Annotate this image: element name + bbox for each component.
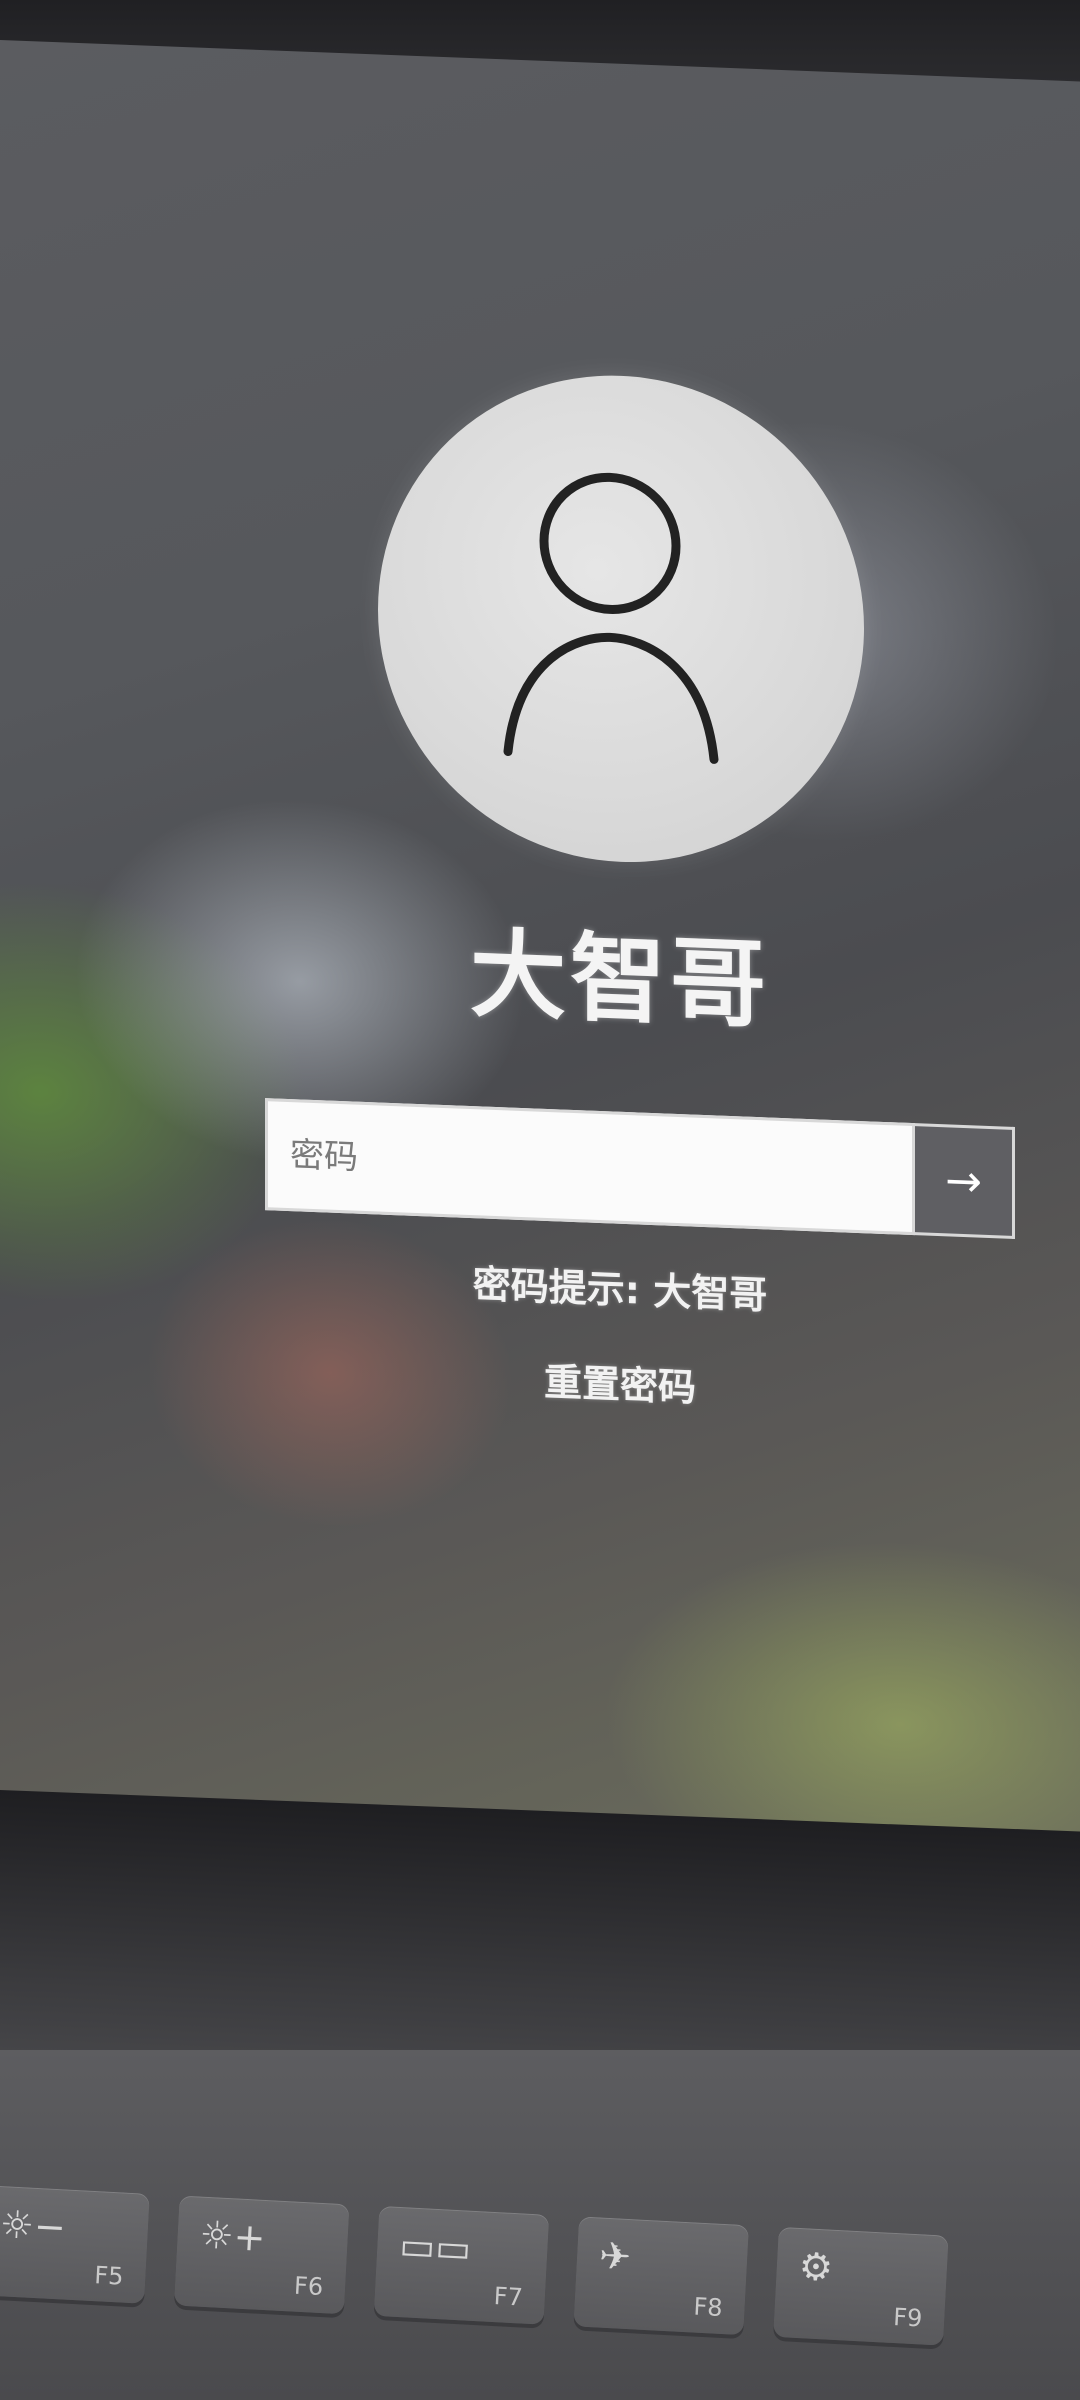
user-silhouette-icon: [503, 472, 719, 764]
key-f6-label: F6: [293, 2271, 324, 2302]
key-f6[interactable]: ☼+ F6: [173, 2195, 350, 2315]
key-f7[interactable]: ▭▭ F7: [373, 2205, 550, 2325]
brightness-down-icon: ☼−: [0, 2202, 67, 2250]
key-f8-label: F8: [692, 2292, 724, 2323]
key-f7-label: F7: [493, 2282, 524, 2312]
password-row: →: [265, 1098, 1015, 1239]
user-avatar: [378, 366, 864, 872]
key-f9[interactable]: ⚙ F9: [773, 2226, 949, 2346]
camera-photo: 大智哥 → 密码提示: 大智哥 重置密码 ☼− F5 ☼+ F6 ▭▭ F7 ✈…: [0, 0, 1080, 2400]
lock-screen: 大智哥 → 密码提示: 大智哥 重置密码: [0, 40, 1080, 1882]
reset-password-link[interactable]: 重置密码: [0, 1330, 1080, 1433]
arrow-right-icon: →: [945, 1154, 982, 1208]
settings-icon: ⚙: [797, 2243, 835, 2290]
display-switch-icon: ▭▭: [398, 2223, 473, 2271]
password-input[interactable]: [265, 1098, 915, 1236]
user-name: 大智哥: [470, 918, 770, 1042]
brightness-up-icon: ☼+: [198, 2212, 267, 2260]
screen-bezel-bottom: [0, 1790, 1080, 2092]
key-f5[interactable]: ☼− F5: [0, 2185, 150, 2304]
key-f9-label: F9: [892, 2302, 924, 2333]
key-f5-label: F5: [93, 2261, 125, 2291]
key-f8[interactable]: ✈ F8: [573, 2216, 749, 2336]
airplane-mode-icon: ✈: [598, 2233, 633, 2280]
password-hint: 密码提示: 大智哥: [472, 1262, 768, 1318]
submit-button[interactable]: →: [915, 1123, 1015, 1239]
